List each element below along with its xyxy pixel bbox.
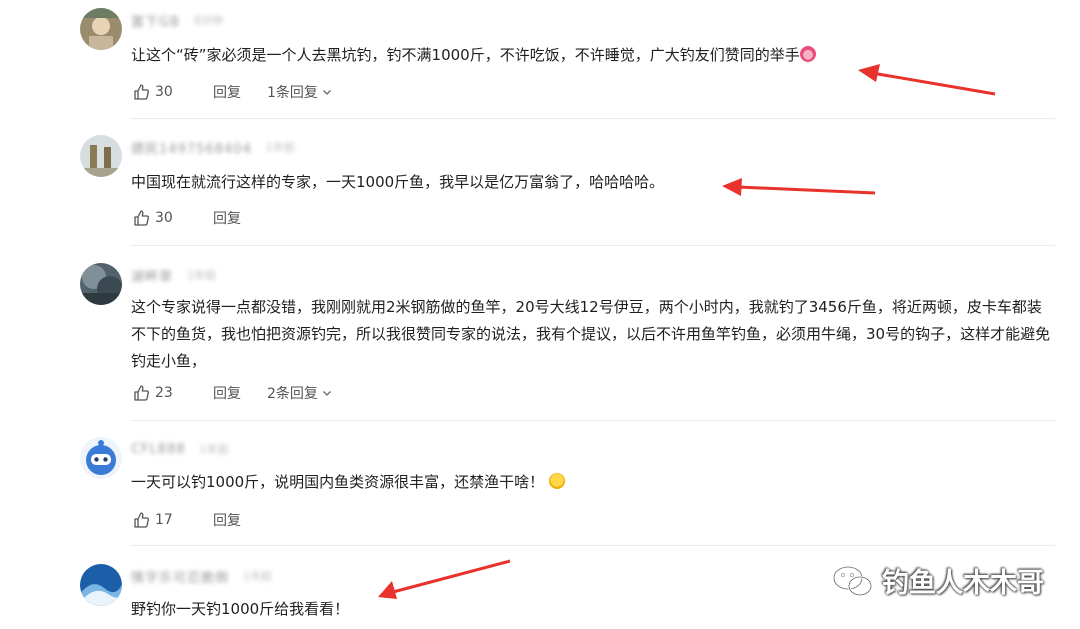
username[interactable]: 湖畔草 [131,266,173,285]
view-replies-button[interactable]: 2条回复 [267,383,332,403]
like-count: 23 [155,385,173,401]
comment-text: 一天可以钓1000斤，说明国内鱼类资源很丰富，还禁渔干啥！ [131,469,1053,496]
like-count: 17 [155,512,173,528]
avatar[interactable] [80,135,122,177]
timestamp: 8分钟 [194,14,223,27]
reply-button[interactable]: 回复 [213,383,267,403]
like-button[interactable]: 23 [133,385,213,401]
divider [130,118,1055,119]
timestamp: 1年前 [199,443,229,456]
timestamp: 1天前 [243,570,273,583]
comment-text: 野钓你一天钓1000斤给我看看！ [131,600,350,618]
username[interactable]: 情字乐可忍脆倒 [131,567,229,586]
timestamp: 1年前 [187,269,217,282]
like-count: 30 [155,210,173,226]
like-button[interactable]: 30 [133,210,213,226]
avatar[interactable] [80,8,122,50]
reply-button[interactable]: 回复 [213,82,267,102]
comment-3: 湖畔草 1年前 这个专家说得一点都没错，我刚刚就用2米钢筋做的鱼竿，20号大线1… [80,263,1055,413]
thumbs-up-icon [134,512,149,528]
divider [130,245,1055,246]
like-button[interactable]: 17 [133,512,213,528]
comment-text: 中国现在就流行这样的专家，一天1000斤鱼，我早以是亿万富翁了，哈哈哈哈。 [131,173,665,191]
reply-button[interactable]: 回复 [213,208,267,228]
divider [130,420,1055,421]
heart-face-emoji-icon [799,46,816,62]
thumbs-up-icon [134,84,149,100]
avatar[interactable] [80,437,122,479]
view-replies-button[interactable]: 1条回复 [267,82,332,102]
timestamp: 1年前 [265,141,295,154]
thumbs-up-icon [134,210,149,226]
watermark-text: 钓鱼人木木哥 [882,568,1044,599]
comment-4: CFL888 1年前 一天可以钓1000斤，说明国内鱼类资源很丰富，还禁渔干啥！… [80,437,1055,537]
chevron-down-icon [322,90,331,95]
avatar[interactable] [80,263,122,305]
comment-2: 德民1497568404 1年前 中国现在就流行这样的专家，一天1000斤鱼，我… [80,135,1055,235]
like-button[interactable]: 30 [133,84,213,100]
comment-text: 这个专家说得一点都没错，我刚刚就用2米钢筋做的鱼竿，20号大线12号伊豆，两个小… [131,298,1051,370]
wechat-icon [832,565,873,596]
username[interactable]: 德民1497568404 [131,138,252,157]
reply-button[interactable]: 回复 [213,510,267,530]
laughing-emoji-icon [548,473,565,489]
username[interactable]: CFL888 [131,442,186,457]
watermark: 钓鱼人木木哥 [832,561,1044,600]
username[interactable]: 富下GB [131,11,180,30]
chevron-down-icon [322,391,331,396]
comment-text: 让这个“砖”家必须是一个人去黑坑钓，钓不满1000斤，不许吃饭，不许睡觉，广大钓… [131,42,1053,69]
comment-1: 富下GB 8分钟 让这个“砖”家必须是一个人去黑坑钓，钓不满1000斤，不许吃饭… [80,8,1055,113]
thumbs-up-icon [134,385,149,401]
divider [130,545,1055,546]
like-count: 30 [155,84,173,100]
avatar[interactable] [80,564,122,606]
